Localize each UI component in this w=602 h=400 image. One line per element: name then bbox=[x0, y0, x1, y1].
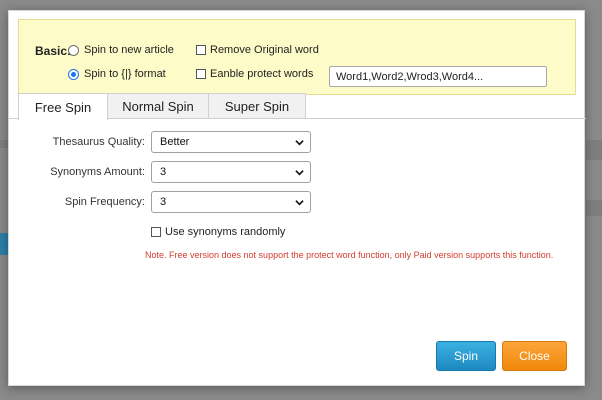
spin-new-article-label: Spin to new article bbox=[84, 44, 174, 56]
spin-format-radio[interactable] bbox=[68, 68, 79, 80]
basic-label: Basic: bbox=[35, 44, 72, 58]
spin-frequency-select[interactable]: 3 bbox=[151, 191, 311, 213]
use-random-label: Use synonyms randomly bbox=[165, 226, 286, 238]
remove-original-option[interactable]: Remove Original word bbox=[196, 44, 319, 56]
spin-new-article-radio[interactable] bbox=[68, 44, 79, 56]
chevron-down-icon bbox=[295, 140, 304, 146]
spin-format-option[interactable]: Spin to {|} format bbox=[68, 68, 166, 80]
synonyms-amount-value: 3 bbox=[160, 166, 167, 178]
tab-normal-spin[interactable]: Normal Spin bbox=[107, 93, 209, 119]
remove-original-checkbox[interactable] bbox=[196, 45, 206, 55]
spin-dialog: Basic: Spin to new article Spin to {|} f… bbox=[8, 10, 586, 386]
spin-button[interactable]: Spin bbox=[436, 341, 496, 371]
chevron-down-icon bbox=[295, 170, 304, 176]
synonyms-amount-select[interactable]: 3 bbox=[151, 161, 311, 183]
thesaurus-quality-label: Thesaurus Quality: bbox=[52, 136, 145, 148]
chevron-down-icon bbox=[295, 200, 304, 206]
spin-frequency-value: 3 bbox=[160, 196, 167, 208]
thesaurus-quality-select[interactable]: Better bbox=[151, 131, 311, 153]
use-random-option[interactable]: Use synonyms randomly bbox=[151, 226, 285, 238]
protect-words-input[interactable] bbox=[329, 66, 547, 87]
spin-new-article-option[interactable]: Spin to new article bbox=[68, 44, 174, 56]
tab-super-spin[interactable]: Super Spin bbox=[208, 93, 306, 119]
thesaurus-quality-value: Better bbox=[160, 136, 190, 148]
synonyms-amount-label: Synonyms Amount: bbox=[50, 166, 145, 178]
close-button[interactable]: Close bbox=[502, 341, 567, 371]
use-random-checkbox[interactable] bbox=[151, 227, 161, 237]
background-highlight bbox=[0, 233, 8, 255]
protect-words-option[interactable]: Eanble protect words bbox=[196, 68, 313, 80]
protect-words-label: Eanble protect words bbox=[210, 68, 314, 80]
remove-original-label: Remove Original word bbox=[210, 44, 319, 56]
tab-free-spin[interactable]: Free Spin bbox=[18, 93, 108, 120]
protect-words-checkbox[interactable] bbox=[196, 69, 206, 79]
free-version-note: Note. Free version does not support the … bbox=[145, 250, 554, 260]
spin-frequency-label: Spin Frequency: bbox=[64, 196, 145, 208]
spin-format-label: Spin to {|} format bbox=[84, 68, 166, 80]
basic-options-panel: Basic: Spin to new article Spin to {|} f… bbox=[18, 19, 576, 95]
